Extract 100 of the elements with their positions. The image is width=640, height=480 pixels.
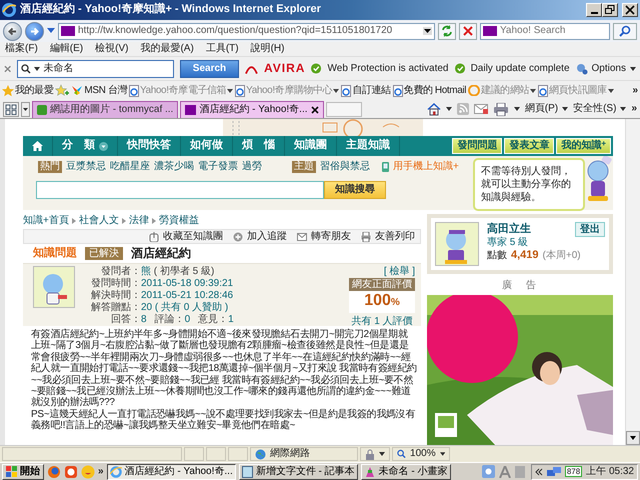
tray-arrow-icon[interactable] <box>534 468 543 476</box>
favorites-link[interactable]: 免費的 Hotmail <box>404 84 466 96</box>
nav-action-button[interactable]: 發問問題 <box>452 138 502 154</box>
chat-icon[interactable] <box>64 464 78 478</box>
menu-item[interactable]: 我的最愛(A) <box>140 43 194 55</box>
info-label: 發問者： <box>100 266 141 278</box>
toolbar-menu[interactable]: 網頁(P) <box>524 103 558 115</box>
rating-label: 網友正面評價 <box>349 278 415 291</box>
browser-tab[interactable]: 網誌用的圖片 - tommycaf ... <box>32 100 178 118</box>
hot-topic-link[interactable]: 過勞 <box>242 161 262 173</box>
dropdown-icon[interactable] <box>440 452 445 456</box>
info-value: 20 <box>141 302 152 313</box>
dropdown-icon[interactable] <box>630 66 636 70</box>
search-button[interactable]: 知識搜尋 <box>324 181 386 199</box>
notepad-icon <box>242 466 253 478</box>
messenger-icon[interactable] <box>482 465 495 478</box>
rating-count: 共有 1 人評價 <box>351 316 413 328</box>
status-text: Web Protection is activated <box>328 62 448 74</box>
printer-icon[interactable] <box>492 102 509 116</box>
menu-item[interactable]: 說明(H) <box>250 43 284 55</box>
info-label: 評論： <box>154 314 185 326</box>
ad-label: 廣 告 <box>501 280 539 292</box>
search-field[interactable] <box>36 181 324 199</box>
more-button[interactable]: » <box>632 84 638 96</box>
add-favorite-icon[interactable] <box>55 84 70 97</box>
logout-button[interactable]: 登出 <box>575 222 605 237</box>
smiley-icon[interactable] <box>81 464 95 478</box>
tab-list-icon[interactable] <box>21 102 30 116</box>
solved-badge: 已解決 <box>85 247 123 260</box>
toolbar-link[interactable]: 加入追蹤 <box>247 230 287 242</box>
status-pane <box>228 447 248 461</box>
browser-icon[interactable] <box>47 464 61 478</box>
back-button[interactable] <box>3 22 22 40</box>
network-icon[interactable] <box>546 466 561 478</box>
dropdown-icon[interactable] <box>333 88 340 92</box>
hot-tag: 熱門 <box>38 161 62 173</box>
forward-button[interactable] <box>25 22 44 40</box>
browser-icon <box>2 3 16 17</box>
topic-link[interactable]: 習俗與禁忌 <box>320 161 370 173</box>
avatar-drawing <box>435 222 479 266</box>
hot-topic-link[interactable]: 濃茶少喝 <box>154 161 194 173</box>
menu-item[interactable]: 檢視(V) <box>95 43 128 55</box>
dropdown-icon[interactable] <box>423 27 432 35</box>
more-button[interactable]: » <box>631 103 637 115</box>
user-level: 專家 5 級 <box>487 237 530 249</box>
favorites-link[interactable]: 自訂連結 <box>352 84 391 96</box>
home-icon[interactable] <box>32 141 43 151</box>
dropdown-icon[interactable] <box>379 452 385 456</box>
address-field[interactable]: http://tw.knowledge.yahoo.com/question/question?qid=1511051801720 <box>58 22 435 40</box>
web-search-field[interactable]: Yahoo! Search <box>480 22 610 40</box>
hot-topic-link[interactable]: 吃醋星座 <box>110 161 150 173</box>
close-icon[interactable] <box>310 106 319 114</box>
report-link[interactable]: [ 檢舉 ] <box>384 266 415 278</box>
dropdown-icon[interactable] <box>608 88 614 92</box>
toolbar-link[interactable]: 轉寄朋友 <box>311 230 351 242</box>
dropdown-icon[interactable] <box>530 88 536 92</box>
hot-topic-link[interactable]: 電子發票 <box>198 161 238 173</box>
home-icon[interactable] <box>426 102 441 116</box>
favorites-button[interactable]: 我的最愛 <box>15 84 54 96</box>
stop-button[interactable] <box>459 22 477 40</box>
breadcrumb-link[interactable]: 法律 <box>128 215 149 227</box>
dropdown-icon[interactable] <box>620 107 626 111</box>
dropdown-icon[interactable] <box>562 107 568 111</box>
dropdown-icon[interactable] <box>446 107 452 111</box>
toolbar-menu[interactable]: 安全性(S) <box>573 103 616 115</box>
toolbar-link[interactable]: 收藏至知識團 <box>163 230 223 242</box>
menu-item[interactable]: 工具(T) <box>206 43 239 55</box>
user-name[interactable]: 高田立生 <box>487 222 531 236</box>
nav-action-button[interactable]: 我的知識$^{+}$ <box>556 138 611 154</box>
dropdown-icon[interactable] <box>227 88 234 92</box>
start-button[interactable]: 開始 <box>2 464 44 480</box>
taskbar-button[interactable]: 未命名 - 小畫家 <box>360 464 451 480</box>
favorites-link[interactable]: MSN 台灣 <box>84 84 128 96</box>
meter-badge: 878 <box>564 466 582 478</box>
quick-tabs-icon[interactable] <box>3 102 19 116</box>
close-button[interactable] <box>622 3 638 17</box>
yahoo-icon <box>185 104 196 114</box>
menu-item[interactable]: 編輯(E) <box>50 43 84 55</box>
more-button[interactable]: » <box>98 466 104 478</box>
minimize-button[interactable] <box>586 3 602 17</box>
browser-tab[interactable]: 酒店經紀約 - Yahoo!奇... <box>180 100 324 118</box>
breadcrumb-link[interactable]: 社會人文 <box>78 215 119 227</box>
mail-icon[interactable] <box>474 104 488 114</box>
nav-action-button[interactable]: 發表文章 <box>504 138 554 154</box>
toolbar-link[interactable]: 友善列印 <box>375 230 415 242</box>
menu-item[interactable]: 檔案(F) <box>5 43 38 55</box>
breadcrumb-link[interactable]: 勞資權益 <box>158 215 199 227</box>
search-button[interactable] <box>613 22 637 40</box>
options-menu[interactable]: Options <box>592 62 626 74</box>
taskbar-button[interactable]: 新增文字文件 - 記事本 <box>238 464 358 480</box>
options-icon <box>576 62 588 74</box>
chevron-icon <box>72 218 76 224</box>
taskbar-button[interactable]: 酒店經紀約 - Yahoo!奇... <box>106 464 236 480</box>
restore-button[interactable] <box>602 3 618 17</box>
toolbar-search-field[interactable]: 未命名 <box>17 60 174 78</box>
hot-topic-link[interactable]: 豆漿禁忌 <box>66 161 106 173</box>
breadcrumb-link[interactable]: 知識+首頁 <box>23 215 69 227</box>
refresh-button[interactable] <box>438 22 456 40</box>
dropdown-icon[interactable] <box>514 107 520 111</box>
scroll-down-icon[interactable] <box>626 431 640 445</box>
